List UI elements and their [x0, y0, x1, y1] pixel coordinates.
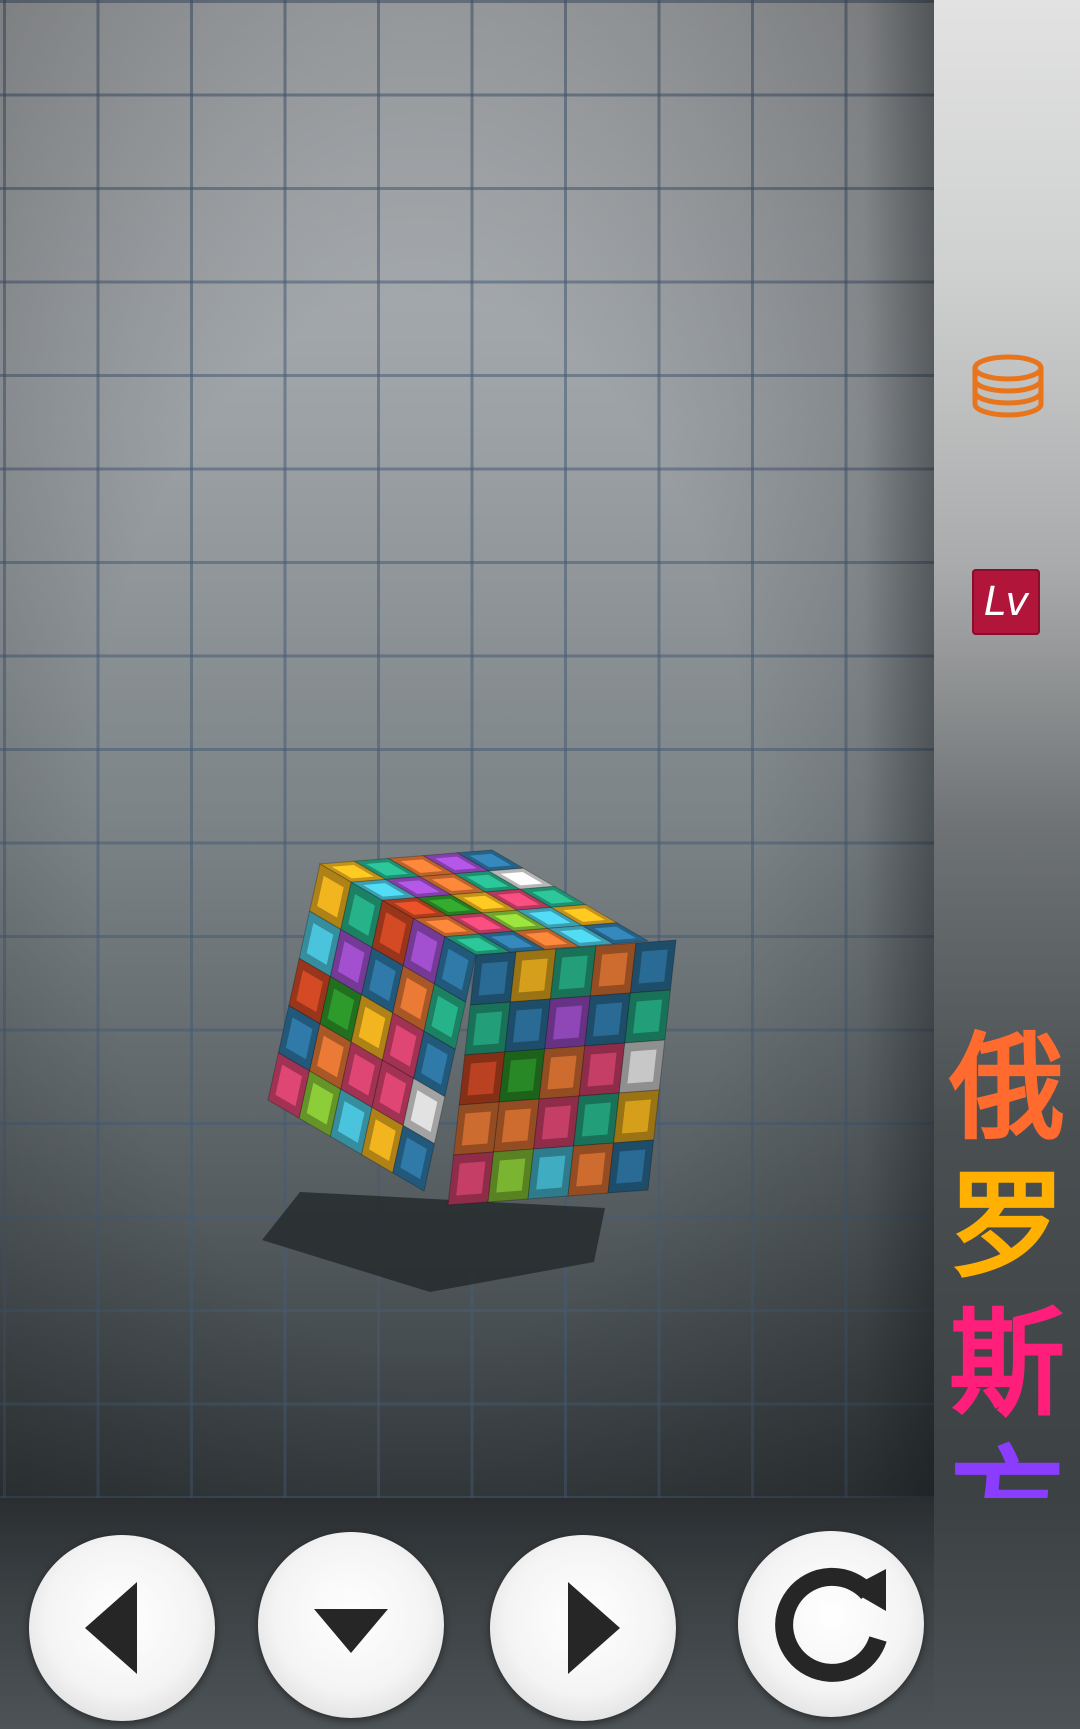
right-tile-face	[627, 1049, 657, 1084]
right-tile-face	[621, 1099, 651, 1134]
triangle-right-icon	[568, 1582, 620, 1674]
move-down-button[interactable]	[258, 1532, 444, 1718]
rotate-button[interactable]	[738, 1531, 924, 1717]
right-tile-face	[553, 1005, 583, 1040]
title-char: 斯	[949, 1297, 1065, 1432]
right-tile-face	[541, 1105, 571, 1140]
triangle-left-icon	[85, 1582, 137, 1674]
side-panel-bottom	[934, 1498, 1080, 1729]
right-tile-face	[593, 1002, 623, 1037]
right-tile-face	[507, 1058, 537, 1093]
triangle-down-icon	[314, 1609, 388, 1653]
right-tile-face	[638, 949, 668, 984]
move-left-button[interactable]	[29, 1535, 215, 1721]
right-tile-face	[598, 952, 628, 987]
right-tile-face	[456, 1161, 486, 1196]
right-tile-face	[496, 1158, 526, 1193]
rotate-clockwise-icon	[775, 1567, 887, 1682]
cube-shadow	[262, 1192, 605, 1292]
level-badge[interactable]: Lv	[972, 569, 1040, 635]
game-board	[0, 0, 934, 1498]
title-char: 罗	[949, 1159, 1065, 1294]
right-tile-face	[478, 961, 508, 996]
right-tile-face	[473, 1011, 503, 1046]
coin-stack-icon[interactable]	[968, 350, 1048, 430]
right-tile-face	[616, 1149, 646, 1184]
right-tile-face	[518, 958, 548, 993]
right-tile-face	[461, 1111, 491, 1146]
right-tile-face	[633, 999, 663, 1034]
right-tile-face	[467, 1061, 497, 1096]
right-tile-face	[581, 1102, 611, 1137]
right-tile-face	[513, 1008, 543, 1043]
side-panel: Lv 俄罗斯方块	[934, 0, 1080, 1708]
right-tile-face	[576, 1152, 606, 1187]
control-bar	[0, 1498, 934, 1729]
right-tile-face	[501, 1108, 531, 1143]
move-right-button[interactable]	[490, 1535, 676, 1721]
right-tile-face	[587, 1052, 617, 1087]
right-tile-face	[536, 1155, 566, 1190]
right-tile-face	[547, 1055, 577, 1090]
right-tile-face	[558, 955, 588, 990]
cube-faces	[267, 849, 677, 1206]
title-char: 俄	[949, 1021, 1065, 1156]
falling-cube	[262, 849, 677, 1292]
